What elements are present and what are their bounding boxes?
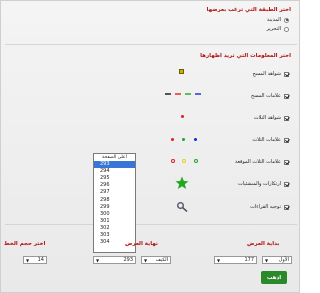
layer-checkbox[interactable] [284,93,289,99]
radio-city[interactable] [284,17,289,23]
green-dot-icon [182,138,185,141]
layer-item-label: علامات الثلاث الموقعة [234,159,281,165]
red-point-icon [181,115,184,118]
listbox-option-selected[interactable]: 293 [94,161,135,169]
layers-section: اختر المعلومات التي تريد اظهارها شواهد ا… [5,49,297,225]
chevron-down-icon: ▼ [217,257,221,263]
layer-item-survey-marks[interactable]: علامات المسح [251,93,289,99]
radio-edit[interactable] [284,26,289,32]
yellow-ring-icon [182,159,186,163]
start-range-label: بداية العرض [247,241,280,247]
layer-item-triangulation-marks[interactable]: علامات الثلاث [252,137,289,143]
layer-checkbox[interactable] [284,115,289,121]
listbox-option[interactable]: 296 [94,182,135,189]
layer-item-label: علامات المسح [251,93,281,99]
option-edit-label: التحرير [266,26,281,32]
green-star-icon [175,176,189,189]
green-ring-icon [194,159,198,163]
listbox-option[interactable]: 297 [94,189,135,196]
survey-marker-icon [179,69,184,74]
survey-line-icon [165,93,201,95]
blue-dot-icon [194,138,197,141]
chevron-down-icon: ▼ [26,257,30,263]
dialog-panel: اختر الطبقة التي ترغب بعرضها المدينة الت… [0,0,300,293]
option-city-label: المدينة [266,17,281,23]
layer-checkbox[interactable] [284,204,289,210]
start-unit-value: الأول [278,257,289,263]
layer-item-label: علامات الثلاث [252,137,281,143]
start-unit-select[interactable]: ▼ الأول [262,256,292,264]
option-city[interactable]: المدينة [267,17,289,23]
red-dot-icon [171,138,174,141]
font-size-value: 14 [37,257,44,263]
red-ring-icon [171,159,175,163]
chevron-down-icon: ▼ [96,257,100,263]
listbox-option[interactable]: 299 [94,204,135,211]
layers-section-title: اختر المعلومات التي تريد اظهارها [200,53,291,59]
layer-checkbox[interactable] [284,181,289,187]
print-section-title: اختر الطبقة التي ترغب بعرضها [206,7,291,13]
option-edit[interactable]: التحرير [266,26,289,32]
go-button[interactable]: اذهب [261,271,287,284]
listbox-option[interactable]: 298 [94,197,135,204]
listbox-option[interactable]: 301 [94,218,135,225]
listbox-option[interactable]: أعلى الصفحة [94,154,135,161]
layer-item-label: ارتكازات والمنشئيات [237,181,281,187]
layer-item-label: شواهد الثلاث [253,115,281,121]
end-range-label: نهاية العرض [125,241,158,247]
layer-item-label: شواهد المسح [252,71,281,77]
font-size-label: اختر حجم الخط [4,241,46,247]
layer-checkbox[interactable] [284,71,289,77]
listbox-option[interactable]: 294 [94,168,135,175]
end-unit-value: الكيف [155,257,168,263]
layer-item-survey-markers[interactable]: شواهد المسح [252,71,289,77]
font-size-select[interactable]: ▼ 14 [23,256,47,264]
layer-checkbox[interactable] [284,137,289,143]
listbox-option[interactable]: 302 [94,225,135,232]
listbox-option[interactable]: 303 [94,232,135,239]
start-page-select[interactable]: ▼ 177 [214,256,257,264]
layer-item-signed-marks[interactable]: علامات الثلاث الموقعة [235,159,289,165]
page-listbox[interactable]: أعلى الصفحة 293 294 295 296 297 298 299 … [93,153,136,253]
layer-item-reading-direction[interactable]: توجيه القراءات [250,204,289,210]
end-page-value: 293 [123,257,133,263]
layer-checkbox[interactable] [284,159,289,165]
start-page-value: 177 [244,257,254,263]
listbox-option[interactable]: 300 [94,211,135,218]
layer-item-label: توجيه القراءات [250,204,281,210]
listbox-option[interactable]: 295 [94,175,135,182]
end-page-select[interactable]: ▼ 293 [93,256,136,264]
layer-item-triangulation-points[interactable]: شواهد الثلاث [254,115,289,121]
chevron-down-icon: ▼ [144,257,148,263]
end-unit-select[interactable]: ▼ الكيف [141,256,171,264]
wrench-icon [177,202,188,212]
print-layer-section: اختر الطبقة التي ترغب بعرضها المدينة الت… [5,5,297,45]
layer-item-structures[interactable]: ارتكازات والمنشئيات [238,181,289,187]
chevron-down-icon: ▼ [265,257,269,263]
